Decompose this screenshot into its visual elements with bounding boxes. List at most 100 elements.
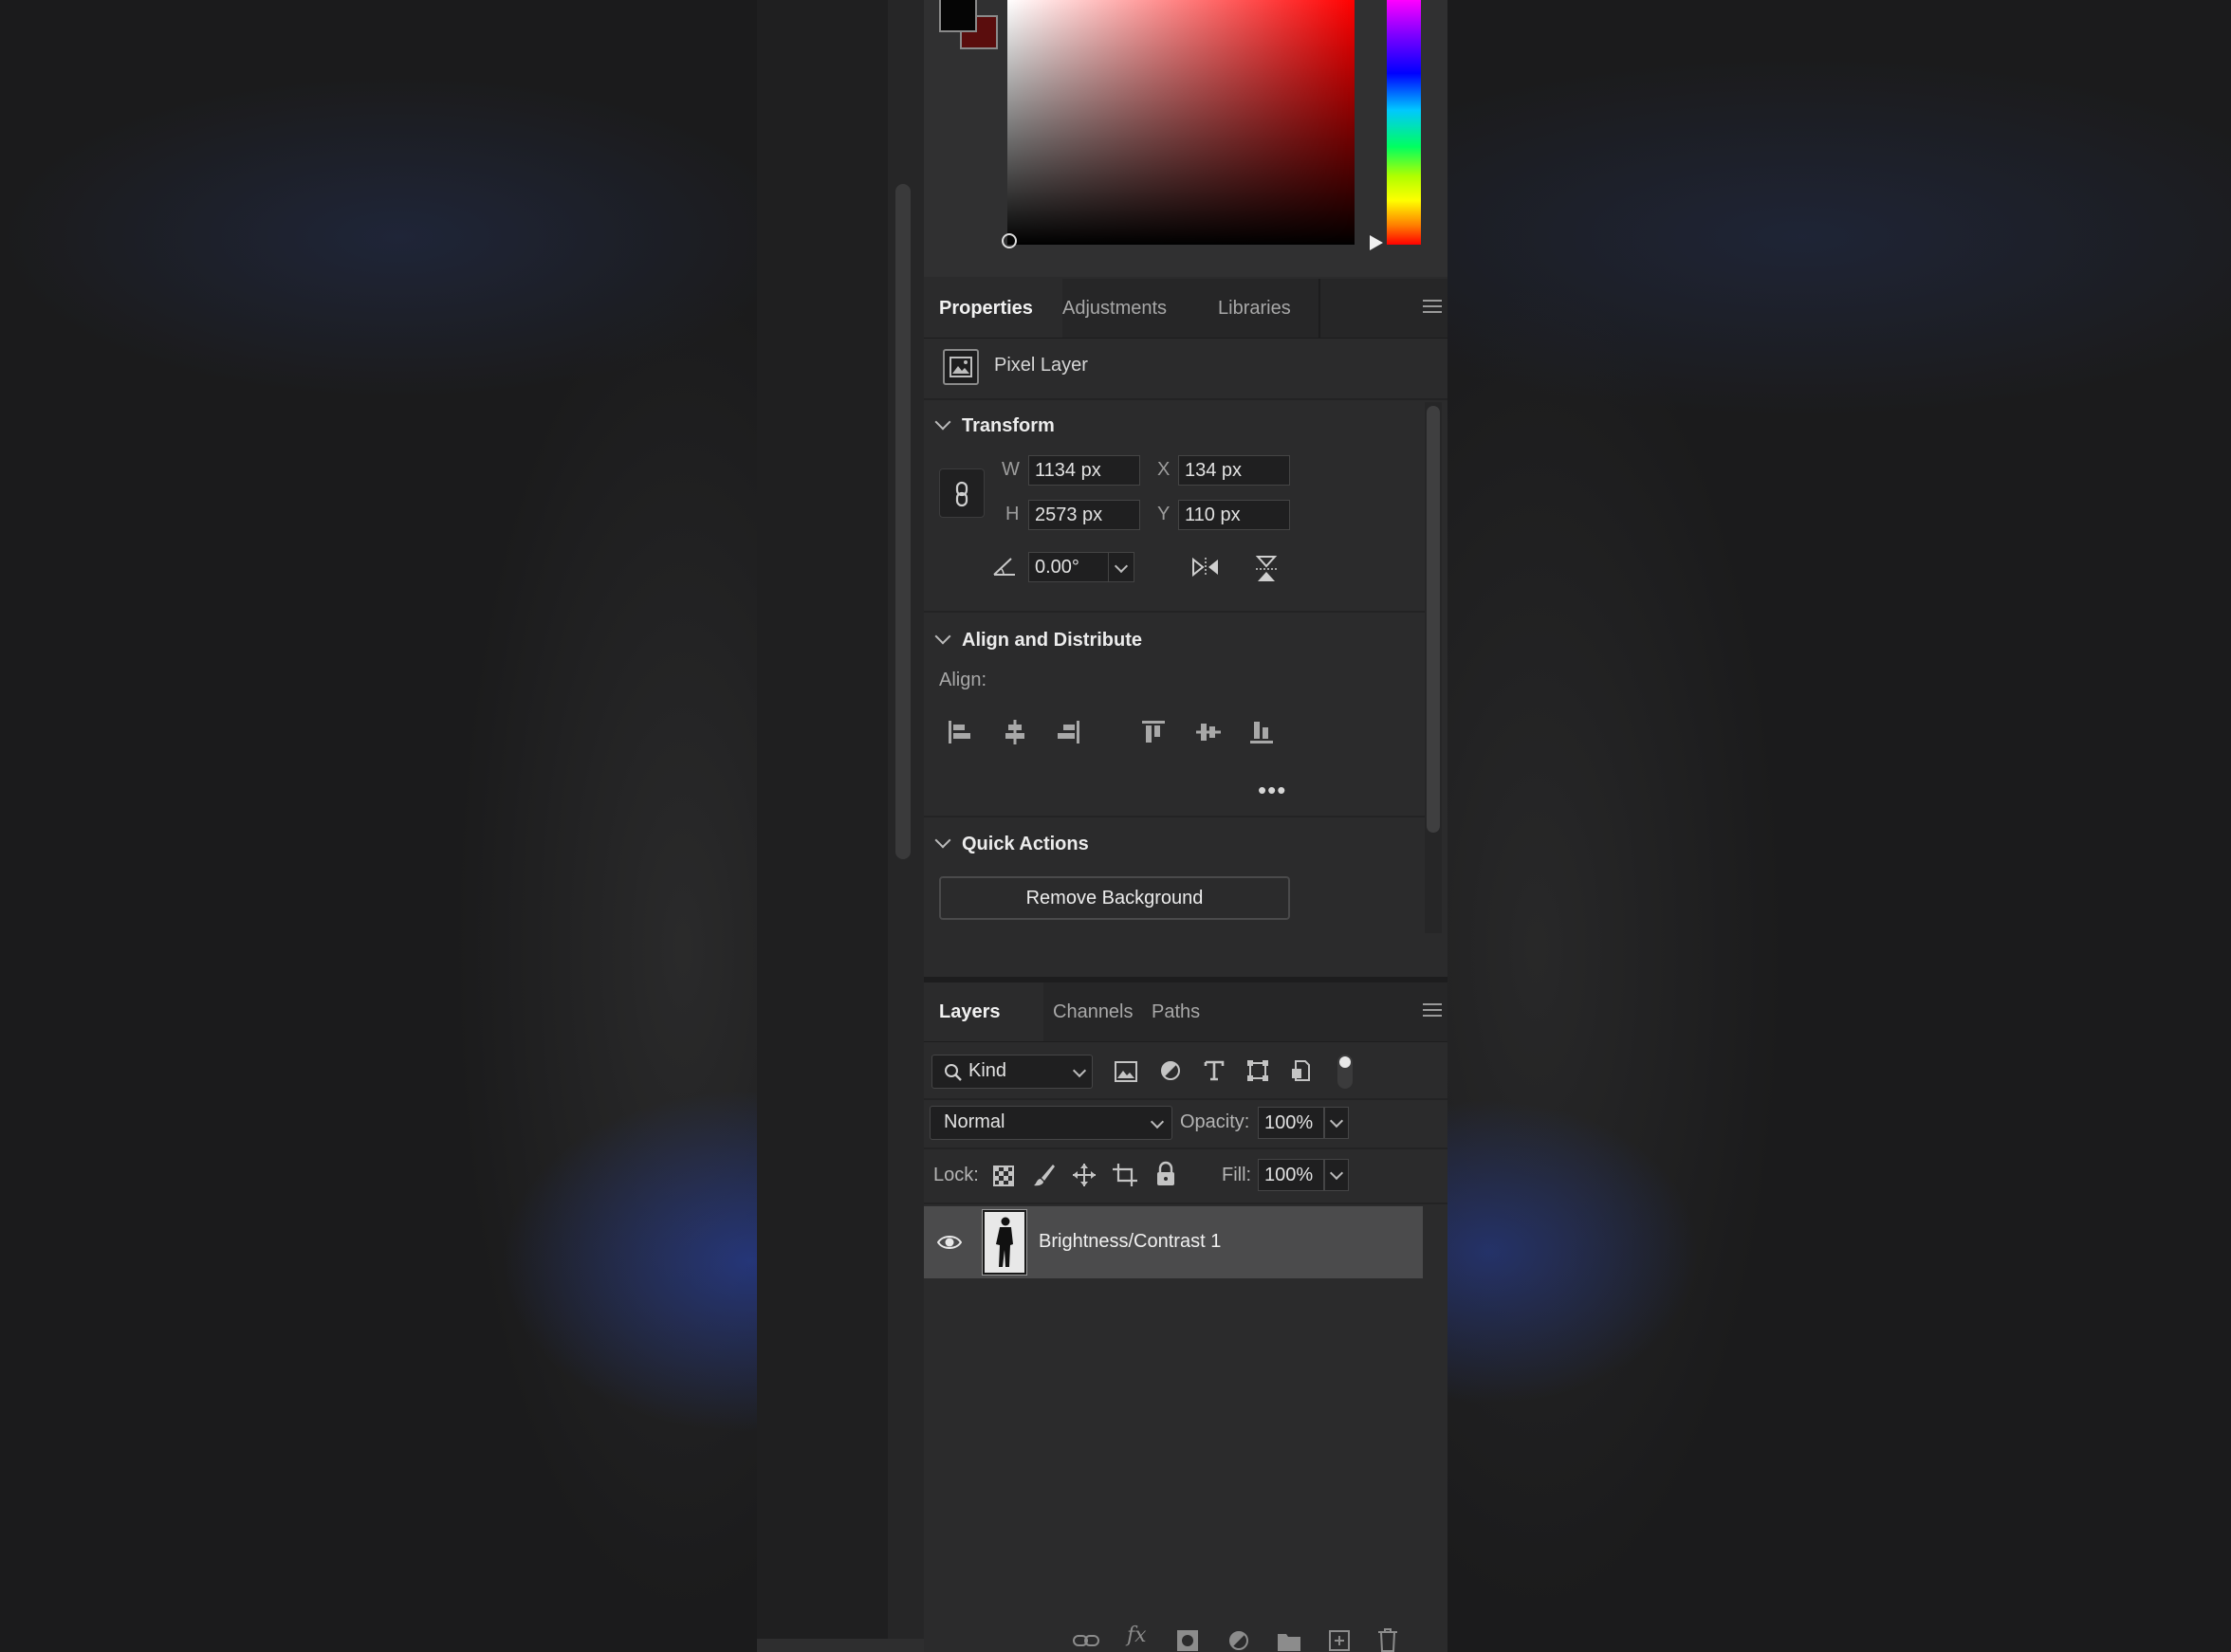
- pixel-layer-icon: [943, 349, 979, 385]
- chevron-down-icon: [1329, 1166, 1344, 1181]
- align-section-header[interactable]: Align and Distribute: [934, 628, 1142, 652]
- rotation-field[interactable]: 0.00°: [1028, 552, 1110, 582]
- align-right-edges-icon[interactable]: [1055, 719, 1081, 745]
- width-field[interactable]: 1134 px: [1028, 455, 1140, 486]
- rotation-dropdown-button[interactable]: [1108, 552, 1134, 582]
- properties-tab-row: Properties Adjustments Libraries: [924, 279, 1447, 339]
- layer-style-fx-icon[interactable]: fx: [1127, 1624, 1147, 1647]
- toggle-knob: [1339, 1056, 1351, 1068]
- lock-artboard-icon[interactable]: [1112, 1163, 1138, 1187]
- left-dark-column: [757, 0, 888, 1652]
- chevron-down-icon: [934, 628, 951, 645]
- color-saturation-field[interactable]: [1007, 0, 1355, 245]
- chevron-down-icon: [1329, 1113, 1344, 1129]
- filter-adjustment-layers-icon[interactable]: [1159, 1059, 1182, 1082]
- hue-slider-marker[interactable]: [1370, 235, 1383, 250]
- opacity-field[interactable]: 100%: [1258, 1107, 1324, 1139]
- layer-thumbnail: [982, 1209, 1027, 1276]
- tab-properties[interactable]: Properties: [924, 279, 1062, 338]
- tab-adjustments[interactable]: Adjustments: [1047, 279, 1182, 338]
- flip-vertical-icon[interactable]: [1254, 554, 1279, 584]
- layer-name[interactable]: Brightness/Contrast 1: [1039, 1231, 1221, 1253]
- color-picker-cursor[interactable]: [1002, 233, 1017, 248]
- filter-kind-value: Kind: [968, 1060, 1007, 1081]
- chain-link-icon: [955, 481, 968, 507]
- width-label: W: [1002, 459, 1020, 480]
- opacity-label: Opacity:: [1180, 1111, 1250, 1132]
- chevron-down-icon: [1114, 559, 1129, 574]
- more-options-button[interactable]: •••: [1258, 776, 1286, 805]
- transform-heading: Transform: [962, 415, 1055, 436]
- hue-slider[interactable]: [1387, 0, 1421, 245]
- chevron-down-icon: [1072, 1063, 1087, 1078]
- layer-kind-label: Pixel Layer: [994, 355, 1088, 376]
- person-silhouette-icon: [996, 1217, 1013, 1267]
- properties-scrollbar[interactable]: [1425, 402, 1442, 933]
- fill-field[interactable]: 100%: [1258, 1159, 1324, 1191]
- layers-tab-row: Layers Channels Paths: [924, 982, 1447, 1042]
- height-field[interactable]: 2573 px: [1028, 500, 1140, 530]
- link-layers-icon[interactable]: [1072, 1631, 1100, 1650]
- tab-channels[interactable]: Channels: [1038, 982, 1149, 1041]
- align-horizontal-centers-icon[interactable]: [1002, 719, 1028, 745]
- tab-divider: [1318, 279, 1320, 338]
- filter-type-layers-icon[interactable]: [1203, 1059, 1226, 1082]
- color-panel: [924, 0, 1447, 277]
- new-adjustment-layer-icon[interactable]: [1227, 1629, 1250, 1652]
- chevron-down-icon: [934, 832, 951, 849]
- section-divider: [924, 611, 1425, 613]
- filter-pixel-layers-icon[interactable]: [1114, 1060, 1138, 1083]
- x-position-field[interactable]: 134 px: [1178, 455, 1290, 486]
- lock-transparent-pixels-icon[interactable]: [992, 1165, 1015, 1187]
- layers-menu-icon[interactable]: [1423, 1003, 1442, 1020]
- search-icon: [945, 1064, 962, 1081]
- left-scrollbar[interactable]: [895, 184, 911, 859]
- lock-image-pixels-brush-icon[interactable]: [1032, 1163, 1057, 1187]
- tab-libraries[interactable]: Libraries: [1203, 279, 1306, 338]
- tab-layers[interactable]: Layers: [924, 982, 1043, 1041]
- right-panel-dock: Properties Adjustments Libraries Pixel L…: [924, 0, 1447, 1652]
- layer-kind-row: Pixel Layer: [924, 338, 1447, 400]
- trash-icon[interactable]: [1377, 1627, 1398, 1652]
- y-label: Y: [1157, 504, 1171, 524]
- eye-icon[interactable]: [937, 1233, 962, 1252]
- foreground-color-swatch[interactable]: [939, 0, 977, 32]
- properties-scroll-thumb[interactable]: [1427, 406, 1440, 833]
- left-panel-strip: [888, 0, 924, 1652]
- filter-toggle-switch[interactable]: [1337, 1055, 1353, 1089]
- align-bottom-edges-icon[interactable]: [1248, 719, 1275, 745]
- new-group-folder-icon[interactable]: [1277, 1631, 1301, 1652]
- flip-horizontal-icon[interactable]: [1189, 556, 1222, 578]
- align-top-edges-icon[interactable]: [1140, 719, 1167, 745]
- fill-label: Fill:: [1222, 1165, 1252, 1185]
- transform-section-header[interactable]: Transform: [934, 413, 1055, 437]
- quick-actions-section-header[interactable]: Quick Actions: [934, 832, 1089, 855]
- properties-menu-icon[interactable]: [1423, 300, 1442, 317]
- section-divider: [924, 816, 1425, 817]
- align-left-edges-icon[interactable]: [947, 719, 973, 745]
- opacity-dropdown-button[interactable]: [1324, 1107, 1349, 1139]
- filter-smart-objects-icon[interactable]: [1290, 1059, 1313, 1082]
- align-vertical-centers-icon[interactable]: [1195, 719, 1222, 745]
- add-mask-icon[interactable]: [1176, 1629, 1199, 1652]
- link-dimensions-button[interactable]: [939, 468, 985, 518]
- height-label: H: [1005, 504, 1020, 524]
- angle-icon: [993, 558, 1015, 576]
- bottom-status-strip: [757, 1639, 924, 1652]
- fill-dropdown-button[interactable]: [1324, 1159, 1349, 1191]
- chevron-down-icon: [1150, 1114, 1165, 1129]
- lock-label: Lock:: [933, 1165, 979, 1185]
- filter-shape-layers-icon[interactable]: [1246, 1059, 1269, 1082]
- blend-mode-select[interactable]: Normal: [930, 1106, 1172, 1140]
- layer-row-selected[interactable]: Brightness/Contrast 1: [924, 1206, 1423, 1278]
- filter-kind-select[interactable]: Kind: [931, 1055, 1093, 1089]
- x-label: X: [1157, 459, 1171, 480]
- lock-position-move-icon[interactable]: [1072, 1163, 1097, 1187]
- remove-background-button[interactable]: Remove Background: [939, 876, 1290, 920]
- layers-bottom-toolbar: fx: [924, 1624, 1447, 1652]
- y-position-field[interactable]: 110 px: [1178, 500, 1290, 530]
- new-layer-icon[interactable]: [1328, 1629, 1351, 1652]
- tab-paths[interactable]: Paths: [1136, 982, 1215, 1041]
- align-label: Align:: [939, 670, 987, 690]
- lock-all-icon[interactable]: [1155, 1161, 1176, 1187]
